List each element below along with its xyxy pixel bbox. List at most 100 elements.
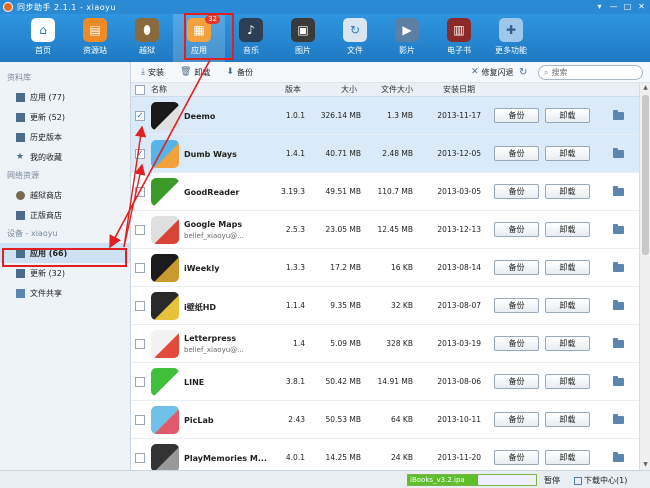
table-row[interactable]: Letterpress belief_xiaoyu@... 1.4 5.09 M…	[131, 325, 639, 363]
row-checkbox[interactable]: ✓	[135, 148, 145, 159]
minimize-icon[interactable]: —	[607, 1, 620, 12]
toolbar-ebook[interactable]: ▥ 电子书	[433, 14, 485, 62]
table-row[interactable]: ✓ Dumb Ways 1.4.1 40.71 MB 2.48 MB 2013-…	[131, 135, 639, 173]
row-checkbox[interactable]	[135, 186, 145, 197]
header-version[interactable]: 版本	[285, 84, 301, 95]
table-row[interactable]: GoodReader 3.19.3 49.51 MB 110.7 MB 2013…	[131, 173, 639, 211]
window-title: 同步助手 2.1.1 - xiaoyu	[17, 2, 116, 12]
toolbar-apps[interactable]: ▦ 应用 32	[173, 14, 225, 62]
close-icon[interactable]: ✕	[635, 1, 648, 12]
maximize-icon[interactable]: □	[621, 1, 634, 12]
toolbar-video[interactable]: ▶ 影片	[381, 14, 433, 62]
row-uninstall-button[interactable]: 卸载	[545, 298, 590, 313]
row-backup-button[interactable]: 备份	[494, 450, 539, 465]
sidebar-item-library-apps[interactable]: 应用 (77)	[0, 87, 130, 107]
folder-icon[interactable]	[613, 261, 624, 272]
row-backup-button[interactable]: 备份	[494, 336, 539, 351]
row-backup-button[interactable]: 备份	[494, 260, 539, 275]
sidebar-item-favorites[interactable]: ★ 我的收藏	[0, 147, 130, 167]
sidebar-item-file-sharing[interactable]: 文件共享	[0, 283, 130, 303]
row-uninstall-button[interactable]: 卸载	[545, 108, 590, 123]
toolbar-home[interactable]: ⌂ 首页	[17, 14, 69, 62]
folder-icon[interactable]	[613, 299, 624, 310]
header-name[interactable]: 名称	[151, 84, 167, 95]
row-uninstall-button[interactable]: 卸载	[545, 146, 590, 161]
table-row[interactable]: iWeekly 1.3.3 17.2 MB 16 KB 2013-08-14 备…	[131, 249, 639, 287]
scroll-up-icon[interactable]: ▲	[641, 83, 650, 93]
header-install-date[interactable]: 安装日期	[443, 84, 475, 95]
row-uninstall-button[interactable]: 卸载	[545, 374, 590, 389]
skin-icon[interactable]: ▾	[593, 1, 606, 12]
row-backup-button[interactable]: 备份	[494, 412, 539, 427]
select-all-checkbox[interactable]	[135, 84, 145, 95]
row-backup-button[interactable]: 备份	[494, 108, 539, 123]
toolbar-more[interactable]: ✚ 更多功能	[485, 14, 537, 62]
toolbar-store[interactable]: ▤ 资源站	[69, 14, 121, 62]
toolbar-photos[interactable]: ▣ 图片	[277, 14, 329, 62]
app-file-size: 16 KB	[391, 263, 413, 272]
header-size[interactable]: 大小	[341, 84, 357, 95]
search-input[interactable]	[551, 68, 632, 77]
table-row[interactable]: i壁纸HD 1.1.4 9.35 MB 32 KB 2013-08-07 备份 …	[131, 287, 639, 325]
row-uninstall-button[interactable]: 卸载	[545, 260, 590, 275]
toolbar-jailbreak[interactable]: ⬮ 越狱	[121, 14, 173, 62]
row-checkbox[interactable]	[135, 300, 145, 311]
backup-button[interactable]: ⬇ 备份	[226, 67, 253, 78]
sidebar-item-official-store[interactable]: 正版商店	[0, 205, 130, 225]
table-row[interactable]: Google Maps belief_xiaoyu@... 2.5.3 23.0…	[131, 211, 639, 249]
actions-bar: ⤓ 安装 🗑 卸载 ⬇ 备份 ✕ 修复闪退 ↻ ⌕	[131, 62, 650, 83]
table-row[interactable]: PlayMemories M... 4.0.1 14.25 MB 24 KB 2…	[131, 439, 639, 470]
sidebar-item-library-updates[interactable]: 更新 (52)	[0, 107, 130, 127]
folder-icon[interactable]	[613, 375, 624, 386]
uninstall-button[interactable]: 🗑 卸载	[180, 67, 210, 78]
scroll-down-icon[interactable]: ▼	[641, 460, 650, 470]
row-checkbox[interactable]: ✓	[135, 110, 145, 121]
app-name: Google Maps	[184, 220, 243, 229]
row-uninstall-button[interactable]: 卸载	[545, 412, 590, 427]
app-size: 50.53 MB	[325, 415, 361, 424]
row-checkbox[interactable]	[135, 262, 145, 273]
folder-icon[interactable]	[613, 337, 624, 348]
folder-icon[interactable]	[613, 147, 624, 158]
folder-icon[interactable]	[613, 451, 624, 462]
table-scrollbar[interactable]: ▲ ▼	[639, 83, 650, 470]
row-backup-button[interactable]: 备份	[494, 374, 539, 389]
row-uninstall-button[interactable]: 卸载	[545, 222, 590, 237]
sidebar-item-history[interactable]: 历史版本	[0, 127, 130, 147]
folder-icon[interactable]	[613, 185, 624, 196]
app-version: 1.0.1	[285, 111, 305, 120]
refresh-icon[interactable]: ↻	[519, 67, 527, 78]
table-row[interactable]: ✓ Deemo 1.0.1 326.14 MB 1.3 MB 2013-11-1…	[131, 97, 639, 135]
folder-icon[interactable]	[613, 109, 624, 120]
row-backup-button[interactable]: 备份	[494, 146, 539, 161]
pause-button[interactable]: 暂停	[544, 475, 560, 486]
sidebar-section-device: 设备 - xiaoyu	[7, 229, 58, 238]
row-backup-button[interactable]: 备份	[494, 184, 539, 199]
row-uninstall-button[interactable]: 卸载	[545, 336, 590, 351]
folder-icon[interactable]	[613, 413, 624, 424]
row-uninstall-button[interactable]: 卸载	[545, 184, 590, 199]
row-backup-button[interactable]: 备份	[494, 298, 539, 313]
row-checkbox[interactable]	[135, 452, 145, 463]
sidebar-item-jailbreak-store[interactable]: 越狱商店	[0, 185, 130, 205]
toolbar-music[interactable]: ♪ 音乐	[225, 14, 277, 62]
folder-icon[interactable]	[613, 223, 624, 234]
install-button[interactable]: ⤓ 安装	[141, 67, 164, 78]
header-file-size[interactable]: 文件大小	[381, 84, 413, 95]
row-checkbox[interactable]	[135, 414, 145, 425]
row-checkbox[interactable]	[135, 338, 145, 349]
row-backup-button[interactable]: 备份	[494, 222, 539, 237]
repair-crash-button[interactable]: ✕ 修复闪退	[471, 67, 514, 78]
row-checkbox[interactable]	[135, 224, 145, 235]
app-version: 2.43	[288, 415, 305, 424]
download-center-button[interactable]: 下载中心(1)	[574, 475, 627, 486]
table-row[interactable]: PicLab 2.43 50.53 MB 64 KB 2013-10-11 备份…	[131, 401, 639, 439]
search-box[interactable]: ⌕	[538, 65, 643, 80]
row-checkbox[interactable]	[135, 376, 145, 387]
table-row[interactable]: LINE 3.8.1 50.42 MB 14.91 MB 2013-08-06 …	[131, 363, 639, 401]
app-name: LINE	[184, 378, 205, 387]
row-uninstall-button[interactable]: 卸载	[545, 450, 590, 465]
toolbar-files[interactable]: ↻ 文件	[329, 14, 381, 62]
scroll-thumb[interactable]	[642, 95, 649, 255]
app-file-size: 12.45 MB	[377, 225, 413, 234]
